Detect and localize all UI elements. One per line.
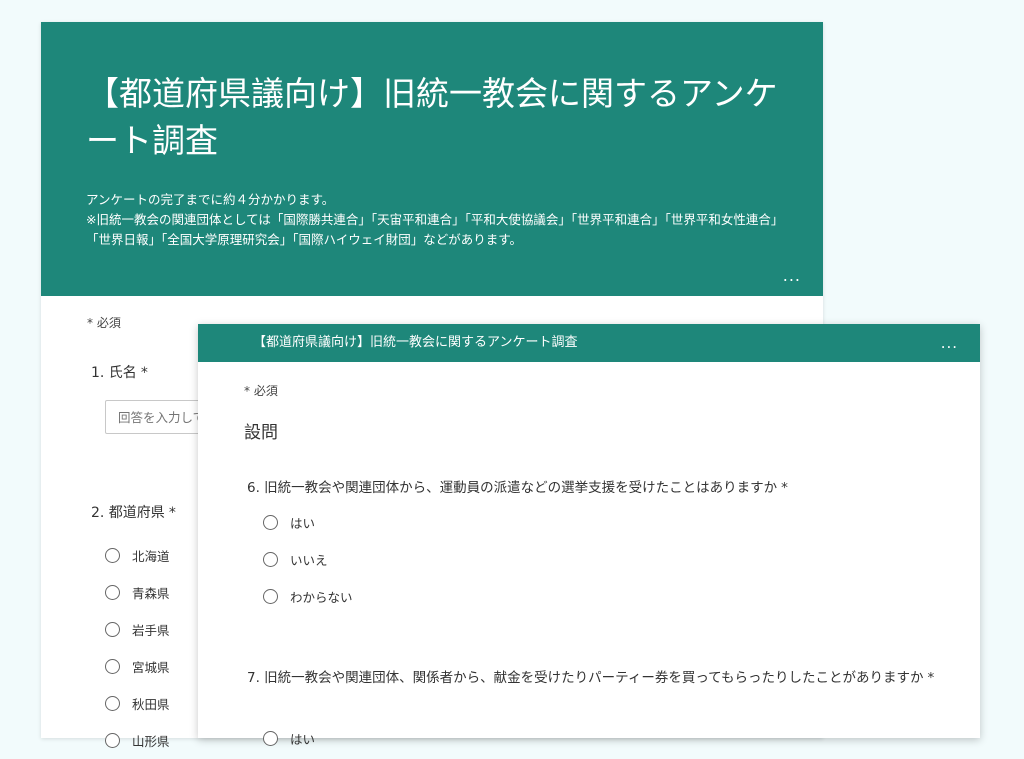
option-label: わからない	[290, 590, 353, 605]
radio-circle-icon[interactable]	[263, 552, 278, 567]
option-label: 宮城県	[132, 660, 170, 675]
radio-circle-icon[interactable]	[105, 548, 120, 563]
question-name: 1. 氏名 *	[91, 362, 148, 382]
form-header: 【都道府県議向け】旧統一教会に関するアンケート調査 アンケートの完了までに約４分…	[41, 22, 823, 296]
radio-circle-icon[interactable]	[263, 589, 278, 604]
question-prefecture: 2. 都道府県 *	[91, 502, 176, 522]
radio-option-aomori[interactable]: 青森県	[105, 574, 170, 611]
required-asterisk: *	[781, 480, 788, 496]
radio-option-hokkaido[interactable]: 北海道	[105, 537, 170, 574]
description-line: ※旧統一教会の関連団体としては「国際勝共連合」「天宙平和連合」「平和大使協議会」…	[86, 212, 784, 247]
radio-option-miyagi[interactable]: 宮城県	[105, 648, 170, 685]
option-label: 青森県	[132, 586, 170, 601]
question-6: 6. 旧統一教会や関連団体から、運動員の派遣などの選挙支援を受けたことはあります…	[247, 476, 927, 496]
option-label: 秋田県	[132, 697, 170, 712]
question-label: 1. 氏名	[91, 365, 137, 381]
radio-circle-icon[interactable]	[105, 659, 120, 674]
foreground-form: 【都道府県議向け】旧統一教会に関するアンケート調査 ... * 必須 設問 6.…	[198, 324, 980, 747]
radio-option-unknown[interactable]: わからない	[263, 578, 353, 615]
option-label: 岩手県	[132, 623, 170, 638]
question-7: 7. 旧統一教会や関連団体、関係者から、献金を受けたりパーティー券を買ってもらっ…	[247, 668, 937, 689]
question-label: 6. 旧統一教会や関連団体から、運動員の派遣などの選挙支援を受けたことはあります…	[247, 480, 778, 496]
radio-option-yamagata[interactable]: 山形県	[105, 722, 170, 759]
form-title: 【都道府県議向け】旧統一教会に関するアンケート調査	[86, 74, 778, 160]
required-asterisk: *	[927, 670, 935, 686]
radio-circle-icon[interactable]	[105, 622, 120, 637]
form-header-bar: 【都道府県議向け】旧統一教会に関するアンケート調査 ...	[198, 324, 980, 362]
radio-option-yes[interactable]: はい	[263, 504, 353, 541]
required-asterisk: *	[168, 505, 176, 521]
radio-circle-icon[interactable]	[105, 733, 120, 748]
radio-option-iwate[interactable]: 岩手県	[105, 611, 170, 648]
option-label: はい	[290, 516, 316, 531]
radio-option-no[interactable]: いいえ	[263, 541, 353, 578]
radio-option-yes[interactable]: はい	[263, 720, 315, 757]
option-label: 山形県	[132, 734, 170, 749]
required-asterisk: *	[140, 365, 148, 381]
option-label: 北海道	[132, 549, 170, 564]
question-label: 7. 旧統一教会や関連団体、関係者から、献金を受けたりパーティー券を買ってもらっ…	[247, 670, 924, 686]
radio-circle-icon[interactable]	[105, 696, 120, 711]
prefecture-options: 北海道 青森県 岩手県 宮城県 秋田県 山形県	[105, 537, 170, 759]
question-7-options: はい	[263, 720, 315, 757]
option-label: いいえ	[290, 553, 328, 568]
form-description: アンケートの完了までに約４分かかります。 ※旧統一教会の関連団体としては「国際勝…	[86, 190, 786, 250]
more-options-icon[interactable]: ...	[783, 266, 801, 285]
option-label: はい	[290, 732, 316, 747]
more-options-icon[interactable]: ...	[941, 334, 958, 352]
radio-circle-icon[interactable]	[263, 515, 278, 530]
section-title: 設問	[244, 423, 278, 443]
radio-circle-icon[interactable]	[105, 585, 120, 600]
radio-circle-icon[interactable]	[263, 731, 278, 746]
required-note: * 必須	[87, 316, 121, 330]
question-6-options: はい いいえ わからない	[263, 504, 353, 615]
radio-option-akita[interactable]: 秋田県	[105, 685, 170, 722]
description-line: アンケートの完了までに約４分かかります。	[86, 192, 335, 207]
form-title: 【都道府県議向け】旧統一教会に関するアンケート調査	[253, 335, 578, 350]
question-label: 2. 都道府県	[91, 505, 165, 521]
required-note: * 必須	[244, 384, 278, 398]
